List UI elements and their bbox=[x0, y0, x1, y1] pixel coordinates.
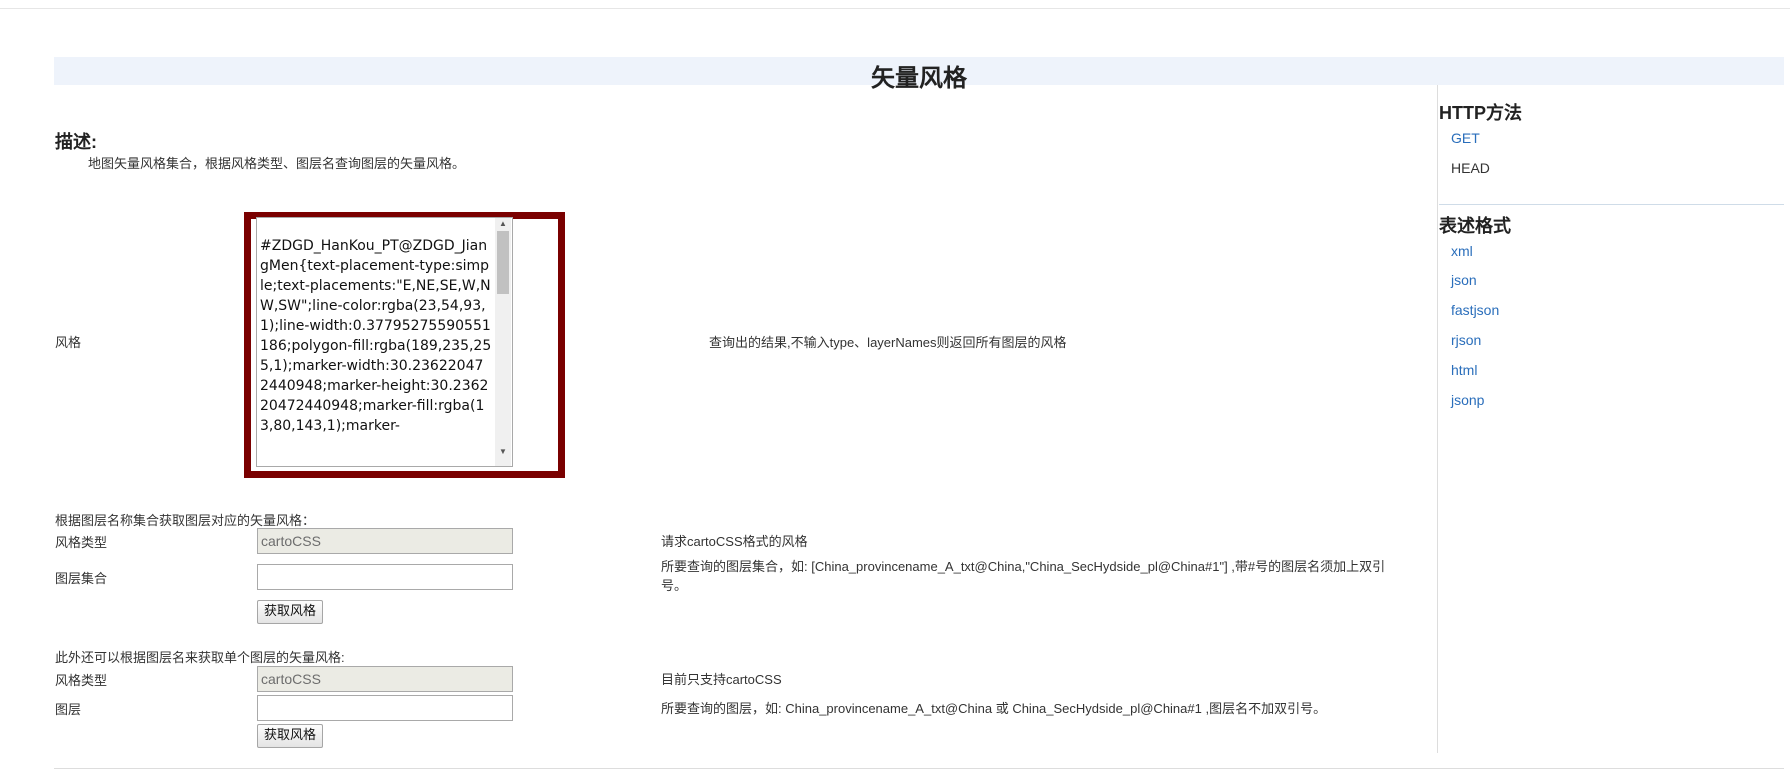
single-style-type-input[interactable] bbox=[257, 666, 513, 692]
layers-form-intro: 根据图层名称集合获取图层对应的矢量风格： bbox=[55, 513, 316, 528]
layer-label: 图层 bbox=[55, 702, 82, 717]
single-style-type-label: 风格类型 bbox=[55, 673, 108, 688]
style-type-input[interactable] bbox=[257, 528, 513, 554]
http-methods-heading: HTTP方法 bbox=[1439, 103, 1522, 123]
layers-input[interactable] bbox=[257, 564, 513, 590]
format-html-link[interactable]: html bbox=[1451, 362, 1477, 378]
formats-heading: 表述格式 bbox=[1439, 216, 1511, 236]
single-form-intro: 此外还可以根据图层名来获取单个图层的矢量风格: bbox=[55, 650, 345, 665]
scroll-down-arrow-icon[interactable]: ▼ bbox=[495, 446, 511, 458]
get-style-button[interactable]: 获取风格 bbox=[257, 600, 324, 624]
style-label: 风格 bbox=[55, 335, 82, 350]
format-jsonp-link[interactable]: jsonp bbox=[1451, 392, 1484, 408]
layers-description: 所要查询的图层集合，如: [China_provincename_A_txt@C… bbox=[661, 559, 1386, 593]
description-text: 地图矢量风格集合，根据风格类型、图层名查询图层的矢量风格。 bbox=[88, 156, 466, 171]
layer-description: 所要查询的图层，如: China_provincename_A_txt@Chin… bbox=[661, 701, 1327, 716]
page-title: 矢量风格 bbox=[871, 65, 967, 92]
layer-input[interactable] bbox=[257, 695, 513, 721]
format-json-link[interactable]: json bbox=[1451, 272, 1477, 288]
bottom-divider bbox=[54, 768, 1784, 769]
http-method-get-link[interactable]: GET bbox=[1451, 130, 1480, 146]
http-method-head: HEAD bbox=[1451, 160, 1490, 176]
textarea-scrollbar[interactable]: ▲ ▼ bbox=[495, 218, 511, 466]
format-rjson-link[interactable]: rjson bbox=[1451, 332, 1481, 348]
format-fastjson-link[interactable]: fastjson bbox=[1451, 302, 1499, 318]
style-type-description: 请求cartoCSS格式的风格 bbox=[661, 534, 808, 549]
style-result-textarea[interactable]: #ZDGD_HanKou_PT@ZDGD_JiangMen{text-place… bbox=[256, 217, 513, 467]
sidebar-section-divider bbox=[1439, 204, 1784, 205]
single-style-type-description: 目前只支持cartoCSS bbox=[661, 672, 782, 687]
scroll-thumb[interactable] bbox=[497, 231, 509, 294]
style-result-description: 查询出的结果,不输入type、layerNames则返回所有图层的风格 bbox=[709, 335, 1067, 350]
style-type-label: 风格类型 bbox=[55, 535, 108, 550]
layers-label: 图层集合 bbox=[55, 571, 108, 586]
get-single-style-button[interactable]: 获取风格 bbox=[257, 724, 324, 748]
top-divider bbox=[0, 8, 1790, 9]
sidebar-divider bbox=[1437, 85, 1438, 753]
scroll-up-arrow-icon[interactable]: ▲ bbox=[495, 218, 511, 230]
format-xml-link[interactable]: xml bbox=[1451, 243, 1473, 259]
description-heading: 描述: bbox=[55, 132, 97, 152]
